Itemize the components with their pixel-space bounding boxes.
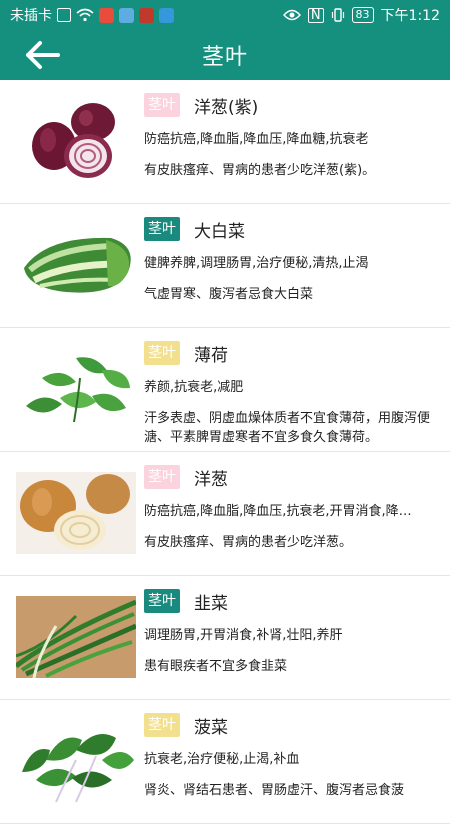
- status-right: N 83 下午1:12: [282, 5, 440, 25]
- clock: 下午1:12: [380, 8, 440, 24]
- item-content: 茎叶 韭菜 调理肠胃,开胃消食,补肾,壮阳,养肝 患有眼疾者不宜多食韭菜: [144, 588, 450, 699]
- mint-image: [16, 348, 136, 430]
- item-header: 茎叶 菠菜: [144, 712, 440, 738]
- item-content: 茎叶 菠菜 抗衰老,治疗便秘,止渴,补血 肾炎、肾结石患者、胃肠虚汗、腹泻者忌食…: [144, 712, 450, 823]
- item-header: 茎叶 洋葱: [144, 464, 440, 490]
- food-effect: 调理肠胃,开胃消食,补肾,壮阳,养肝: [144, 628, 343, 643]
- item-header: 茎叶 大白菜: [144, 216, 440, 242]
- item-header: 茎叶 洋葱(紫): [144, 92, 440, 118]
- item-header: 茎叶 韭菜: [144, 588, 440, 614]
- app-notification-icon: [139, 7, 154, 23]
- carrier-text: 未插卡: [10, 8, 52, 24]
- food-name: 韭菜: [194, 593, 228, 614]
- app-notification-icon: [99, 7, 114, 23]
- app-notification-icon: [119, 7, 134, 23]
- spinach-image: [16, 720, 136, 802]
- food-avoid: 有皮肤瘙痒、胃病的患者少吃洋葱。: [144, 535, 353, 550]
- food-effect: 防癌抗癌,降血脂,降血压,抗衰老,开胃消食,降…: [144, 504, 412, 519]
- list-item[interactable]: 茎叶 薄荷 养颜,抗衰老,减肥 汗多表虚、阴虚血燥体质者不宜食薄荷，用腹泻便溏、…: [0, 328, 450, 452]
- list-item[interactable]: 茎叶 大白菜 健脾养脾,调理肠胃,治疗便秘,清热,止渴 气虚胃寒、腹泻者忌食大白…: [0, 204, 450, 328]
- food-avoid: 肾炎、肾结石患者、胃肠虚汗、腹泻者忌食菠: [144, 783, 405, 798]
- app-notification-icon: [159, 7, 174, 23]
- page-title: 茎叶: [201, 45, 248, 70]
- food-effect: 抗衰老,治疗便秘,止渴,补血: [144, 752, 300, 767]
- wifi-icon: [76, 8, 94, 22]
- item-header: 茎叶 薄荷: [144, 340, 440, 366]
- vibrate-icon: [331, 8, 344, 22]
- category-badge: 茎叶: [144, 465, 180, 489]
- food-avoid: 患有眼疾者不宜多食韭菜: [144, 659, 288, 674]
- eye-icon: [282, 9, 301, 21]
- napa-cabbage-image: [16, 224, 136, 306]
- list-item[interactable]: 茎叶 洋葱 防癌抗癌,降血脂,降血压,抗衰老,开胃消食,降… 有皮肤瘙痒、胃病的…: [0, 452, 450, 576]
- status-bar: 未插卡 N 83 下午1:12: [0, 0, 450, 30]
- food-effect: 养颜,抗衰老,减肥: [144, 380, 244, 395]
- food-list: 茎叶 洋葱(紫) 防癌抗癌,降血脂,降血压,降血糖,抗衰老 有皮肤瘙痒、胃病的患…: [0, 80, 450, 824]
- food-name: 菠菜: [194, 717, 228, 738]
- battery-icon: 83: [351, 7, 374, 23]
- food-effect: 防癌抗癌,降血脂,降血压,降血糖,抗衰老: [144, 132, 369, 147]
- item-content: 茎叶 薄荷 养颜,抗衰老,减肥 汗多表虚、阴虚血燥体质者不宜食薄荷，用腹泻便溏、…: [144, 340, 450, 451]
- category-badge: 茎叶: [144, 713, 180, 737]
- app-bar: 茎叶: [0, 30, 450, 80]
- food-name: 洋葱(紫): [194, 97, 259, 118]
- food-name: 大白菜: [194, 221, 245, 242]
- item-content: 茎叶 大白菜 健脾养脾,调理肠胃,治疗便秘,清热,止渴 气虚胃寒、腹泻者忌食大白…: [144, 216, 450, 327]
- food-effect: 健脾养脾,调理肠胃,治疗便秘,清热,止渴: [144, 256, 369, 271]
- item-content: 茎叶 洋葱 防癌抗癌,降血脂,降血压,抗衰老,开胃消食,降… 有皮肤瘙痒、胃病的…: [144, 464, 450, 575]
- food-avoid: 汗多表虚、阴虚血燥体质者不宜食薄荷，用腹泻便溏、平素脾胃虚寒者不宜多食久食薄荷。: [144, 411, 431, 445]
- food-avoid: 有皮肤瘙痒、胃病的患者少吃洋葱(紫)。: [144, 163, 376, 178]
- nfc-icon: N: [307, 7, 324, 23]
- list-item[interactable]: 茎叶 菠菜 抗衰老,治疗便秘,止渴,补血 肾炎、肾结石患者、胃肠虚汗、腹泻者忌食…: [0, 700, 450, 824]
- food-name: 薄荷: [194, 345, 228, 366]
- category-badge: 茎叶: [144, 93, 180, 117]
- onion-image: [16, 472, 136, 554]
- food-name: 洋葱: [194, 469, 228, 490]
- category-badge: 茎叶: [144, 589, 180, 613]
- sim-icon: [57, 8, 71, 22]
- red-onion-image: [16, 100, 136, 182]
- back-arrow-icon[interactable]: [22, 38, 64, 72]
- status-left: 未插卡: [10, 5, 174, 25]
- food-avoid: 气虚胃寒、腹泻者忌食大白菜: [144, 287, 314, 302]
- category-badge: 茎叶: [144, 341, 180, 365]
- list-item[interactable]: 茎叶 洋葱(紫) 防癌抗癌,降血脂,降血压,降血糖,抗衰老 有皮肤瘙痒、胃病的患…: [0, 80, 450, 204]
- list-item[interactable]: 茎叶 韭菜 调理肠胃,开胃消食,补肾,壮阳,养肝 患有眼疾者不宜多食韭菜: [0, 576, 450, 700]
- category-badge: 茎叶: [144, 217, 180, 241]
- item-content: 茎叶 洋葱(紫) 防癌抗癌,降血脂,降血压,降血糖,抗衰老 有皮肤瘙痒、胃病的患…: [144, 92, 450, 203]
- chives-image: [16, 596, 136, 678]
